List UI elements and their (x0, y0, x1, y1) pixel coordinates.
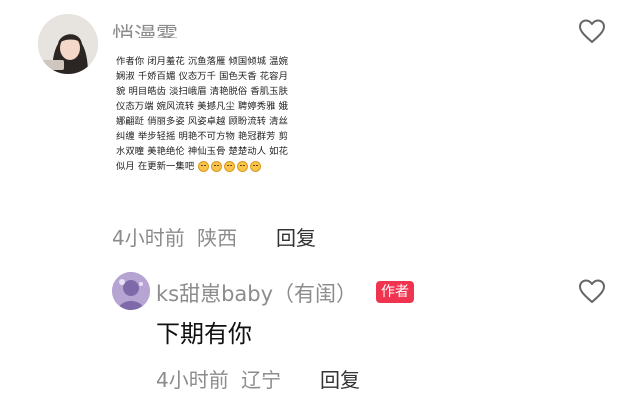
comment-image-text-content: 作者你 闭月羞花 沉鱼落雁 倾国倾城 温婉娴淑 千娇百媚 仪态万千 国色天香 花… (116, 56, 288, 172)
reply-location: 辽宁 (241, 368, 282, 392)
comment-time: 4小时前 (112, 226, 185, 250)
reply-username[interactable]: ks甜崽baby（有闺） (156, 278, 357, 308)
reply-avatar[interactable] (112, 272, 150, 310)
reply-meta: 4小时前 辽宁 (156, 364, 281, 393)
heart-outline-icon[interactable] (578, 18, 606, 46)
reply-text: 下期有你 (156, 320, 252, 348)
smile-emoji-icon (198, 161, 210, 172)
comment-meta: 4小时前 陕西 (112, 222, 237, 251)
comment-image-text: 作者你 闭月羞花 沉鱼落雁 倾国倾城 温婉娴淑 千娇百媚 仪态万千 国色天香 花… (116, 54, 296, 174)
author-badge: 作者 (376, 281, 414, 303)
emoji-row (198, 161, 262, 172)
reply-time: 4小时前 (156, 368, 229, 392)
smile-emoji-icon (237, 161, 249, 172)
avatar[interactable] (38, 14, 98, 74)
smile-emoji-icon (224, 161, 236, 172)
heart-outline-icon[interactable] (578, 278, 606, 306)
avatar-image (38, 14, 98, 74)
comment-location: 陕西 (197, 226, 238, 250)
smile-emoji-icon (250, 161, 262, 172)
reply-avatar-image (112, 272, 150, 310)
comment-reply-button[interactable]: 回复 (276, 222, 316, 251)
reply-reply-button[interactable]: 回复 (320, 364, 360, 393)
smile-emoji-icon (211, 161, 223, 172)
